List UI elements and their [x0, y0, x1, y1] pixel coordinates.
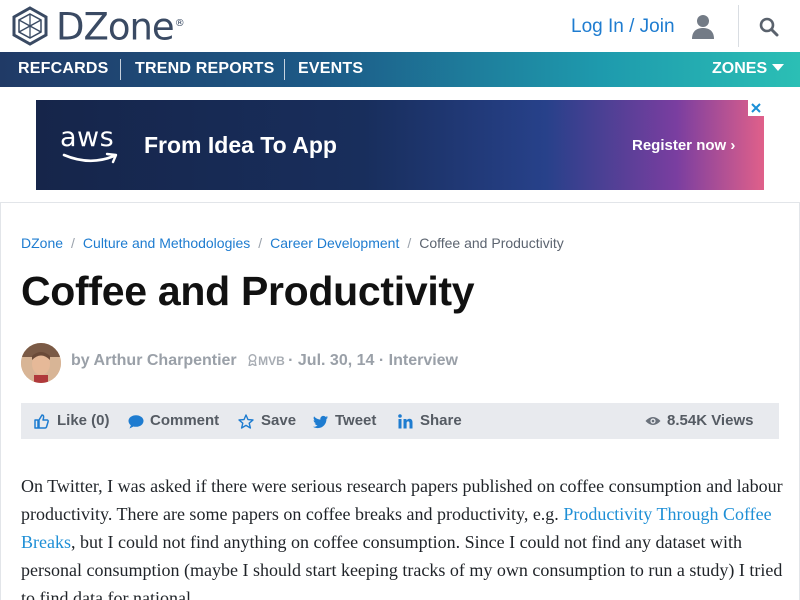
article-action-bar: Like (0) Comment Save Tweet Share 8.54K …	[21, 403, 779, 439]
zones-dropdown[interactable]: ZONES	[712, 52, 785, 87]
nav-trend-reports[interactable]: TREND REPORTS	[135, 52, 275, 87]
tweet-label: Tweet	[335, 412, 377, 429]
star-icon	[238, 414, 254, 429]
breadcrumb-separator: /	[258, 235, 263, 251]
nav-events[interactable]: EVENTS	[298, 52, 363, 87]
site-header: DZone® Log In / Join	[0, 0, 800, 52]
logo-wordmark: DZone®	[56, 5, 185, 49]
breadcrumb-dzone[interactable]: DZone	[21, 235, 63, 251]
breadcrumb-culture[interactable]: Culture and Methodologies	[83, 235, 250, 251]
zones-label: ZONES	[712, 60, 768, 77]
breadcrumb-separator: /	[407, 235, 412, 251]
dzone-logo-icon	[12, 6, 48, 46]
author-name[interactable]: Arthur Charpentier	[94, 352, 237, 369]
ad-headline: From Idea To App	[144, 132, 337, 158]
meta-separator: ·	[288, 352, 294, 369]
author-byline: by Arthur Charpentier MVB · Jul. 30, 14 …	[71, 352, 458, 370]
byline-prefix: by	[71, 352, 90, 369]
article-title: Coffee and Productivity	[21, 268, 475, 314]
breadcrumb-career[interactable]: Career Development	[270, 235, 399, 251]
nav-separator	[120, 59, 121, 80]
comment-icon	[128, 415, 144, 429]
nav-refcards[interactable]: REFCARDS	[18, 52, 109, 87]
author-avatar[interactable]	[21, 343, 61, 383]
award-icon	[248, 354, 258, 368]
article-top-border	[0, 202, 800, 203]
search-icon[interactable]	[759, 17, 779, 42]
linkedin-icon	[398, 414, 413, 429]
login-join-link[interactable]: Log In / Join	[571, 16, 675, 38]
article-category[interactable]: Interview	[389, 352, 458, 369]
eye-icon	[645, 417, 661, 425]
dzone-logo[interactable]: DZone®	[10, 5, 185, 49]
breadcrumb-current: Coffee and Productivity	[419, 235, 564, 251]
article-left-border	[0, 202, 1, 600]
meta-separator: ·	[378, 352, 385, 369]
publish-date: Jul. 30, 14	[297, 352, 375, 369]
mvb-label: MVB	[258, 354, 285, 368]
nav-separator	[284, 59, 285, 80]
views-label: 8.54K Views	[667, 412, 754, 429]
breadcrumb: DZone / Culture and Methodologies / Career D…	[21, 235, 564, 251]
aws-smile-icon	[62, 152, 118, 164]
aws-logo: aws	[60, 122, 115, 153]
comment-label: Comment	[150, 412, 220, 429]
mvb-badge: MVB	[247, 354, 288, 368]
main-nav: REFCARDS TREND REPORTS EVENTS ZONES	[0, 52, 800, 87]
share-label: Share	[420, 412, 462, 429]
caret-down-icon	[772, 64, 785, 71]
user-icon[interactable]	[690, 13, 716, 44]
ad-close-icon[interactable]	[748, 100, 764, 116]
header-divider	[738, 5, 739, 47]
article-body: On Twitter, I was asked if there were se…	[21, 472, 783, 600]
article-paragraph: On Twitter, I was asked if there were se…	[21, 476, 783, 600]
ad-register-button[interactable]: Register now ›	[632, 137, 735, 154]
twitter-icon	[313, 415, 328, 429]
like-label: Like (0)	[57, 412, 110, 429]
thumbs-up-icon	[34, 414, 49, 429]
save-label: Save	[261, 412, 297, 429]
breadcrumb-separator: /	[71, 235, 75, 251]
ad-banner[interactable]: aws From Idea To App Register now ›	[36, 100, 764, 190]
